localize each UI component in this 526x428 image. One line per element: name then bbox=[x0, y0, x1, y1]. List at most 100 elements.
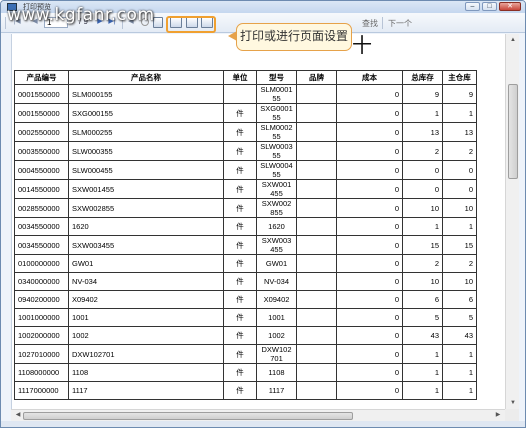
table-cell: 9 bbox=[442, 84, 477, 104]
table-cell bbox=[296, 363, 337, 382]
table-cell: SLW000355 bbox=[256, 141, 297, 161]
table-cell: 0001550000 bbox=[14, 103, 69, 123]
horizontal-scrollbar[interactable]: ◀ ▶ bbox=[11, 409, 505, 421]
table-cell: 6 bbox=[442, 290, 477, 309]
table-cell bbox=[296, 235, 337, 255]
table-cell: 件 bbox=[223, 122, 257, 142]
table-cell: 1117 bbox=[68, 381, 224, 400]
table-row: 0940200000 X09402 件 X09402 0 6 6 bbox=[14, 290, 477, 309]
scroll-up-icon[interactable]: ▲ bbox=[506, 34, 520, 46]
close-button[interactable]: ✕ bbox=[499, 2, 521, 11]
column-header: 成本 bbox=[336, 70, 403, 85]
report-title: 十 bbox=[352, 34, 372, 57]
table-cell: SXW003455 bbox=[256, 235, 297, 255]
table-row: 1027010000 DXW102701 件 DXW102701 0 1 1 bbox=[14, 344, 477, 364]
table-cell bbox=[296, 290, 337, 309]
table-cell: 10 bbox=[442, 198, 477, 218]
inventory-table: 产品编号 产品名称 单位 型号 品牌 成本 总库存 主仓库 0001550000 SLM0001… bbox=[14, 70, 477, 400]
table-cell: 0 bbox=[442, 160, 477, 180]
table-cell: 1002000000 bbox=[14, 326, 69, 345]
table-cell bbox=[296, 326, 337, 345]
table-cell: 1 bbox=[402, 344, 443, 364]
table-cell: 件 bbox=[223, 381, 257, 400]
table-cell: 13 bbox=[402, 122, 443, 142]
table-cell: 0003550000 bbox=[14, 141, 69, 161]
table-cell: 1 bbox=[402, 217, 443, 236]
column-header: 主仓库 bbox=[442, 70, 477, 85]
vertical-scrollbar[interactable]: ▲ ▼ bbox=[505, 34, 519, 409]
scroll-right-icon[interactable]: ▶ bbox=[491, 410, 505, 421]
table-cell: 5 bbox=[442, 308, 477, 327]
table-cell: 件 bbox=[223, 308, 257, 327]
table-cell: 件 bbox=[223, 344, 257, 364]
column-header: 单位 bbox=[223, 70, 257, 85]
table-cell: 0340000000 bbox=[14, 272, 69, 291]
table-row: 1001000000 1001 件 1001 0 5 5 bbox=[14, 308, 477, 327]
table-row: 1108000000 1108 件 1108 0 1 1 bbox=[14, 363, 477, 382]
table-cell bbox=[223, 84, 257, 104]
table-cell: X09402 bbox=[68, 290, 224, 309]
table-cell: 0 bbox=[336, 290, 403, 309]
scroll-down-icon[interactable]: ▼ bbox=[506, 397, 520, 409]
table-cell: 0 bbox=[402, 160, 443, 180]
print-setup-highlight bbox=[166, 16, 216, 33]
table-cell: SLM000155 bbox=[256, 84, 297, 104]
table-row: 0002550000 SLM000255 件 SLM000255 0 13 13 bbox=[14, 122, 477, 142]
table-cell bbox=[296, 254, 337, 273]
table-cell: 件 bbox=[223, 103, 257, 123]
table-row: 0001550000 SLM000155 SLM000155 0 9 9 bbox=[14, 84, 477, 104]
table-cell: 0 bbox=[336, 381, 403, 400]
table-row: 0034550000 SXW003455 件 SXW003455 0 15 15 bbox=[14, 235, 477, 255]
table-cell: 0 bbox=[336, 326, 403, 345]
table-cell: 43 bbox=[402, 326, 443, 345]
print-preview-window: 打印预览 – □ ✕ www.kgfanr.com |◀ ◀ 1 / 9 ▶ ▶… bbox=[0, 0, 526, 428]
table-cell bbox=[296, 103, 337, 123]
column-header: 产品编号 bbox=[14, 70, 69, 85]
vertical-scroll-thumb[interactable] bbox=[508, 84, 518, 179]
column-header: 品牌 bbox=[296, 70, 337, 85]
toolbar-grip bbox=[5, 17, 6, 29]
maximize-button[interactable]: □ bbox=[482, 2, 497, 11]
table-cell: SXW001455 bbox=[256, 179, 297, 199]
table-cell: SLW000455 bbox=[256, 160, 297, 180]
table-cell: 0100000000 bbox=[14, 254, 69, 273]
table-row: 0028550000 SXW002855 件 SXW002855 0 10 10 bbox=[14, 198, 477, 218]
table-row: 1117000000 1117 件 1117 0 1 1 bbox=[14, 381, 477, 400]
table-cell: 1001 bbox=[68, 308, 224, 327]
table-cell: 1001 bbox=[256, 308, 297, 327]
table-cell: 1117 bbox=[256, 381, 297, 400]
table-cell: X09402 bbox=[256, 290, 297, 309]
table-cell: 1117000000 bbox=[14, 381, 69, 400]
table-cell: 0 bbox=[336, 217, 403, 236]
horizontal-scroll-thumb[interactable] bbox=[23, 412, 353, 420]
table-cell: 43 bbox=[442, 326, 477, 345]
table-cell: 1108000000 bbox=[14, 363, 69, 382]
table-cell: 件 bbox=[223, 198, 257, 218]
table-cell: 0001550000 bbox=[14, 84, 69, 104]
table-cell: 件 bbox=[223, 363, 257, 382]
table-cell: GW01 bbox=[68, 254, 224, 273]
table-cell: 0034550000 bbox=[14, 217, 69, 236]
table-cell: 0 bbox=[336, 141, 403, 161]
table-cell: GW01 bbox=[256, 254, 297, 273]
table-cell: 10 bbox=[402, 272, 443, 291]
table-cell: 件 bbox=[223, 272, 257, 291]
table-cell: SXW001455 bbox=[68, 179, 224, 199]
table-cell: 1027010000 bbox=[14, 344, 69, 364]
table-cell: 0 bbox=[402, 179, 443, 199]
find-button[interactable]: 查找 bbox=[362, 18, 378, 29]
table-cell: 1 bbox=[402, 381, 443, 400]
find-next-button[interactable]: 下一个 bbox=[388, 18, 412, 29]
minimize-button[interactable]: – bbox=[465, 2, 480, 11]
table-cell: 0 bbox=[442, 179, 477, 199]
table-cell: 1 bbox=[442, 103, 477, 123]
table-cell: 0 bbox=[336, 198, 403, 218]
table-cell: 1108 bbox=[256, 363, 297, 382]
column-header: 总库存 bbox=[402, 70, 443, 85]
column-header: 型号 bbox=[256, 70, 297, 85]
table-cell bbox=[296, 198, 337, 218]
table-cell: 1620 bbox=[256, 217, 297, 236]
table-cell: SLW000355 bbox=[68, 141, 224, 161]
table-cell: 件 bbox=[223, 179, 257, 199]
table-cell: 件 bbox=[223, 290, 257, 309]
